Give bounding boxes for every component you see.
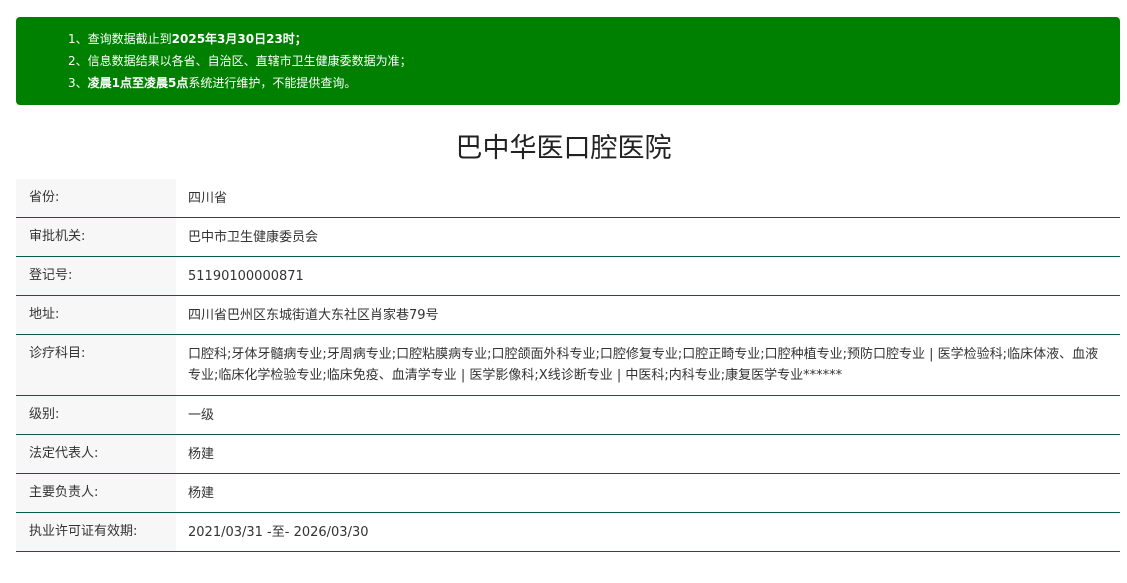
row-label: 执业许可证有效期: xyxy=(16,513,176,551)
table-row-address: 地址: 四川省巴州区东城街道大东社区肖家巷79号 xyxy=(16,296,1120,335)
row-value: 杨建 xyxy=(188,486,215,501)
notice-line-3: 3、凌晨1点至凌晨5点系统进行维护，不能提供查询。 xyxy=(68,72,1120,94)
row-label: 省份: xyxy=(16,179,176,217)
notice-line-2: 2、信息数据结果以各省、自治区、直辖市卫生健康委数据为准； xyxy=(68,54,412,68)
table-row-license-validity: 执业许可证有效期: 2021/03/31 -至- 2026/03/30 xyxy=(16,513,1120,552)
table-row-registration: 登记号: 51190100000871 xyxy=(16,257,1120,296)
row-value: 四川省巴州区东城街道大东社区肖家巷79号 xyxy=(188,308,439,323)
table-row-departments: 诊疗科目: 口腔科;牙体牙髓病专业;牙周病专业;口腔粘膜病专业;口腔颌面外科专业… xyxy=(16,335,1120,396)
notice-line-3-index: 3、 xyxy=(68,76,88,90)
notice-line-3-text: 系统进行维护，不能提供查询。 xyxy=(188,76,357,90)
row-value: 杨建 xyxy=(188,447,215,462)
row-label: 法定代表人: xyxy=(16,435,176,473)
row-value: 口腔科;牙体牙髓病专业;牙周病专业;口腔粘膜病专业;口腔颌面外科专业;口腔修复专… xyxy=(188,347,1099,383)
table-row-authority: 审批机关: 巴中市卫生健康委员会 xyxy=(16,218,1120,257)
notice-line-1-text: 1、查询数据截止到 xyxy=(68,32,172,46)
row-value: 一级 xyxy=(188,408,215,423)
page-title: 巴中华医口腔医院 xyxy=(455,133,672,164)
row-value: 四川省 xyxy=(188,191,228,206)
row-value: 2021/03/31 -至- 2026/03/30 xyxy=(188,525,369,540)
row-label: 地址: xyxy=(16,296,176,334)
notice-line-1-date: 2025年3月30日23时； xyxy=(171,32,307,46)
notice-line-3-time: 凌晨1点至凌晨5点 xyxy=(87,76,189,90)
row-label: 诊疗科目: xyxy=(16,335,176,395)
row-value: 51190100000871 xyxy=(188,269,304,284)
table-row-principal: 主要负责人: 杨建 xyxy=(16,474,1120,513)
row-label: 主要负责人: xyxy=(16,474,176,512)
table-row-province: 省份: 四川省 xyxy=(16,179,1120,218)
notice-banner: 1、查询数据截止到2025年3月30日23时； 2、信息数据结果以各省、自治区、… xyxy=(16,17,1120,105)
table-row-level: 级别: 一级 xyxy=(16,396,1120,435)
table-row-legal-rep: 法定代表人: 杨建 xyxy=(16,435,1120,474)
row-label: 登记号: xyxy=(16,257,176,295)
row-value: 巴中市卫生健康委员会 xyxy=(188,230,319,245)
row-label: 审批机关: xyxy=(16,218,176,256)
row-label: 级别: xyxy=(16,396,176,434)
notice-line-1: 1、查询数据截止到2025年3月30日23时； xyxy=(68,28,1120,50)
hospital-info-table: 省份: 四川省 审批机关: 巴中市卫生健康委员会 登记号: 5119010000… xyxy=(16,179,1120,552)
